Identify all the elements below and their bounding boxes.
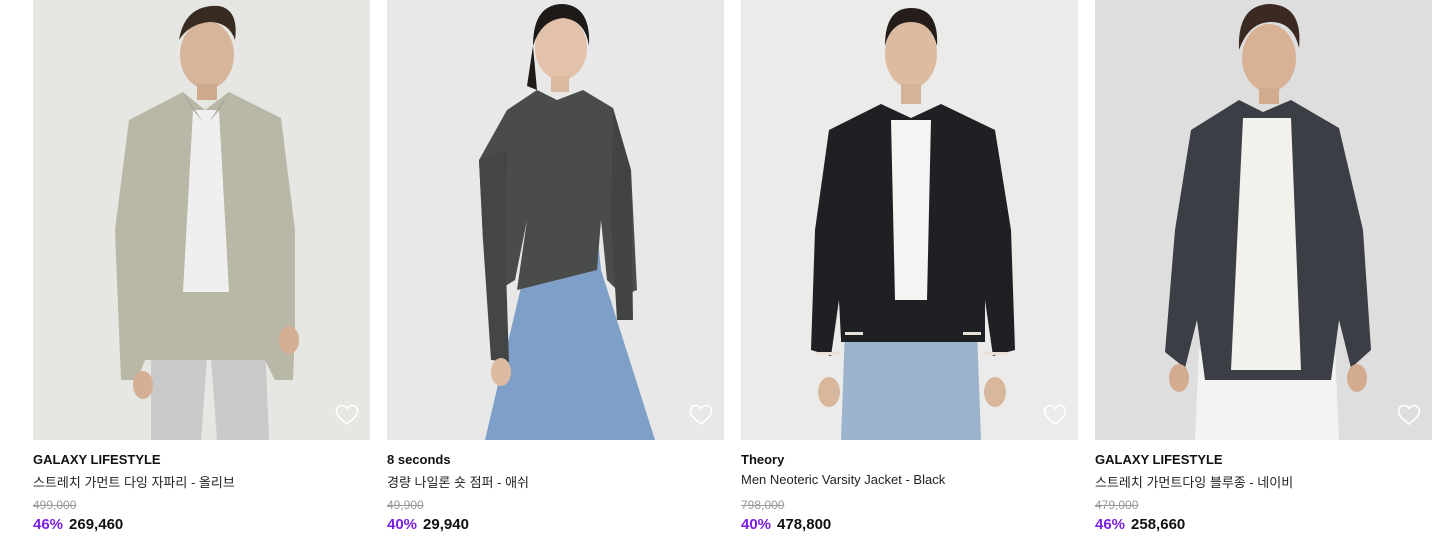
product-name[interactable]: 경량 나일론 숏 점퍼 - 애쉬 (387, 472, 529, 491)
original-price: 49,900 (387, 498, 424, 512)
sale-price: 258,660 (1131, 516, 1186, 533)
discount-rate: 46% (33, 516, 64, 533)
price-row: 40% 29,940 (387, 516, 469, 533)
product-card[interactable]: Theory Men Neoteric Varsity Jacket - Bla… (741, 0, 1078, 546)
product-brand[interactable]: 8 seconds (387, 452, 451, 467)
discount-rate: 40% (387, 516, 418, 533)
original-price: 798,000 (741, 498, 785, 512)
product-card[interactable]: 8 seconds 경량 나일론 숏 점퍼 - 애쉬 49,900 40% 29,… (387, 0, 724, 546)
price-row: 46% 269,460 (33, 516, 123, 533)
discount-rate: 46% (1095, 516, 1126, 533)
product-image[interactable] (1095, 0, 1432, 440)
product-card[interactable]: GALAXY LIFESTYLE 스트레치 가먼트 다잉 자파리 - 올리브 4… (33, 0, 370, 546)
heart-outline-icon[interactable] (335, 404, 359, 426)
product-photo-olive-jacket (33, 0, 370, 440)
discount-rate: 40% (741, 516, 772, 533)
product-card[interactable]: GALAXY LIFESTYLE 스트레치 가먼트다잉 블루종 - 네이비 47… (1095, 0, 1432, 546)
product-image[interactable] (387, 0, 724, 440)
original-price: 479,000 (1095, 498, 1139, 512)
original-price: 499,000 (33, 498, 77, 512)
product-brand[interactable]: GALAXY LIFESTYLE (33, 452, 161, 467)
heart-outline-icon[interactable] (1397, 404, 1421, 426)
product-photo-ash-jumper (387, 0, 724, 440)
product-photo-navy-blouson (1095, 0, 1432, 440)
product-name[interactable]: 스트레치 가먼트 다잉 자파리 - 올리브 (33, 472, 235, 491)
product-grid: GALAXY LIFESTYLE 스트레치 가먼트 다잉 자파리 - 올리브 4… (0, 0, 1446, 546)
price-row: 46% 258,660 (1095, 516, 1185, 533)
sale-price: 29,940 (423, 516, 469, 533)
sale-price: 269,460 (69, 516, 124, 533)
sale-price: 478,800 (777, 516, 832, 533)
product-brand[interactable]: GALAXY LIFESTYLE (1095, 452, 1223, 467)
product-image[interactable] (741, 0, 1078, 440)
product-name[interactable]: 스트레치 가먼트다잉 블루종 - 네이비 (1095, 472, 1293, 491)
product-image[interactable] (33, 0, 370, 440)
product-name[interactable]: Men Neoteric Varsity Jacket - Black (741, 472, 945, 487)
price-row: 40% 478,800 (741, 516, 831, 533)
heart-outline-icon[interactable] (689, 404, 713, 426)
product-brand[interactable]: Theory (741, 452, 784, 467)
product-photo-varsity-jacket (741, 0, 1078, 440)
heart-outline-icon[interactable] (1043, 404, 1067, 426)
